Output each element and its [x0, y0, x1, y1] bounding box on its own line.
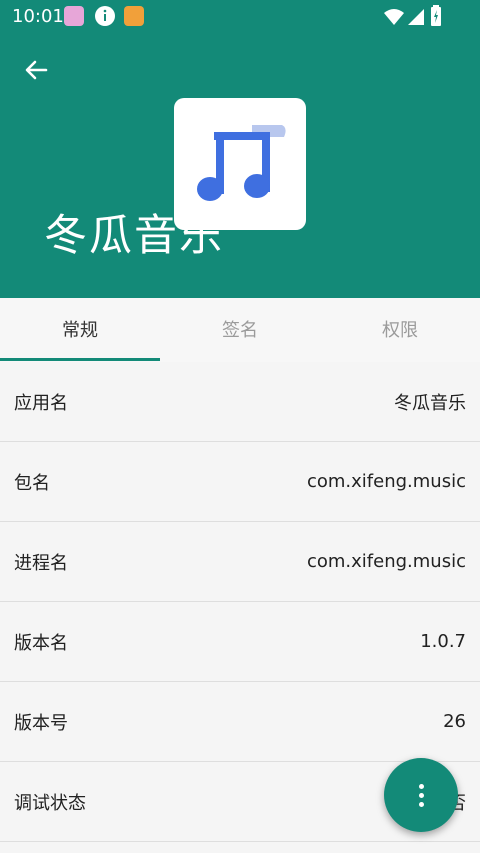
- home-app-icon: [64, 6, 84, 26]
- info-icon: [95, 6, 115, 26]
- row-label: 应用名: [14, 392, 68, 414]
- row-package-name: 包名 com.xifeng.music: [0, 442, 480, 522]
- active-tab-indicator: [0, 358, 160, 361]
- row-value: 26: [443, 711, 466, 732]
- tv-app-icon: [124, 6, 144, 26]
- row-label: 版本号: [14, 712, 68, 734]
- signal-icon: [408, 9, 424, 25]
- row-value: com.xifeng.music: [306, 471, 466, 492]
- tab-bar: 常规 签名 权限: [0, 298, 480, 362]
- row-version-name: 版本名 1.0.7: [0, 602, 480, 682]
- status-time: 10:01: [12, 6, 64, 27]
- more-options-button[interactable]: [384, 758, 458, 832]
- wifi-icon: [384, 9, 404, 25]
- back-arrow-icon[interactable]: [22, 56, 54, 84]
- tab-signature[interactable]: 签名: [160, 298, 320, 360]
- row-process-name: 进程名 com.xifeng.music: [0, 522, 480, 602]
- row-label: 调试状态: [14, 792, 86, 814]
- battery-icon: [431, 5, 441, 26]
- row-value: com.xifeng.music: [306, 551, 466, 572]
- tab-general[interactable]: 常规: [0, 298, 160, 360]
- row-value: 冬瓜音乐: [394, 392, 466, 414]
- row-label: 进程名: [14, 552, 68, 574]
- row-label: 包名: [14, 472, 50, 494]
- tab-permissions[interactable]: 权限: [320, 298, 480, 360]
- row-value: 1.0.7: [420, 631, 466, 652]
- status-bar: 10:01: [0, 0, 480, 34]
- row-label: 版本名: [14, 632, 68, 654]
- app-title: 冬瓜音乐: [44, 211, 224, 261]
- row-app-name: 应用名 冬瓜音乐: [0, 362, 480, 442]
- row-version-code: 版本号 26: [0, 682, 480, 762]
